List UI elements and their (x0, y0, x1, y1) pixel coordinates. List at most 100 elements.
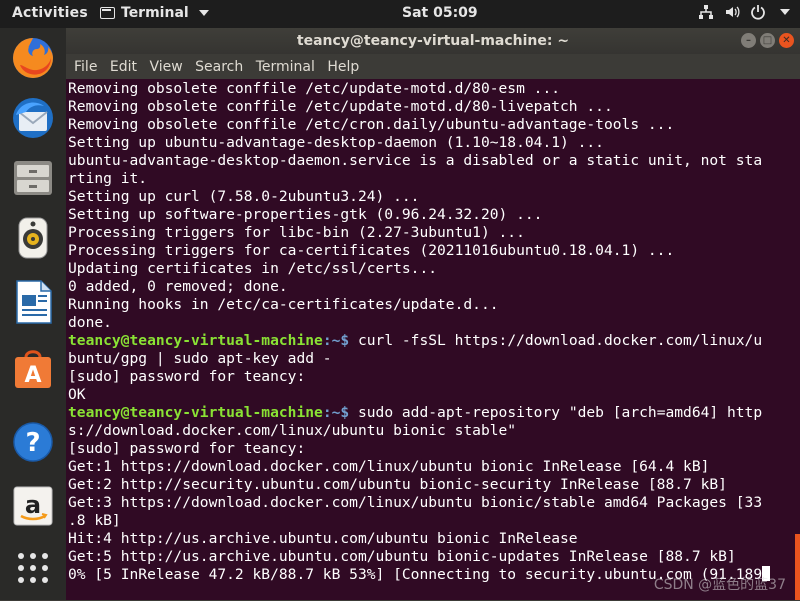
terminal-line-text: curl -fsSL https://download.docker.com/l… (349, 332, 763, 349)
help-launcher[interactable]: ? (9, 418, 57, 466)
libreoffice-writer-icon (16, 280, 52, 324)
terminal-line-text: Get:1 https://download.docker.com/linux/… (68, 458, 710, 475)
terminal-line: Setting up curl (7.58.0-2ubuntu3.24) ... (68, 188, 798, 206)
window-title: teancy@teancy-virtual-machine: ~ (296, 33, 570, 49)
menu-edit[interactable]: Edit (110, 59, 137, 75)
terminal-line-text: Get:5 http://us.archive.ubuntu.com/ubunt… (68, 548, 736, 565)
terminal-line: Processing triggers for ca-certificates … (68, 242, 798, 260)
network-icon (699, 5, 713, 19)
terminal-line: .8 kB] (68, 512, 798, 530)
terminal-line: teancy@teancy-virtual-machine:~$ sudo ad… (68, 404, 798, 422)
amazon-icon: a (13, 486, 53, 526)
terminal-line: ubuntu-advantage-desktop-daemon.service … (68, 152, 798, 170)
terminal-line-text: OK (68, 386, 86, 403)
thunderbird-icon (13, 98, 53, 138)
rhythmbox-icon (18, 217, 48, 259)
menu-help[interactable]: Help (327, 59, 359, 75)
window-controls: – □ ✕ (741, 33, 794, 48)
terminal-line: Setting up software-properties-gtk (0.96… (68, 206, 798, 224)
terminal-icon (100, 7, 115, 19)
chevron-down-icon (780, 9, 790, 15)
watermark: CSDN @蓝色的蓝37 (653, 577, 786, 593)
terminal-line: Removing obsolete conffile /etc/update-m… (68, 80, 798, 98)
terminal-window: teancy@teancy-virtual-machine: ~ – □ ✕ F… (66, 28, 800, 600)
writer-launcher[interactable] (9, 278, 57, 326)
window-titlebar[interactable]: teancy@teancy-virtual-machine: ~ – □ ✕ (66, 28, 800, 54)
software-launcher[interactable]: A (9, 344, 57, 392)
terminal-line: Running hooks in /etc/ca-certificates/up… (68, 296, 798, 314)
menu-file[interactable]: File (74, 59, 97, 75)
terminal-line-text: ubuntu-advantage-desktop-daemon.service … (68, 152, 763, 169)
clock[interactable]: Sat 05:09 (402, 5, 478, 21)
prompt-user: teancy@teancy-virtual-machine (68, 332, 323, 349)
menu-bar: File Edit View Search Terminal Help (66, 54, 800, 79)
top-panel: Activities Terminal Sat 05:09 (0, 0, 800, 28)
terminal-line: teancy@teancy-virtual-machine:~$ curl -f… (68, 332, 798, 350)
terminal-line-text: rting it. (68, 170, 148, 187)
svg-text:a: a (25, 491, 41, 519)
files-icon (14, 161, 52, 195)
maximize-button[interactable]: □ (760, 33, 775, 48)
terminal-line: Updating certificates in /etc/ssl/certs.… (68, 260, 798, 278)
scrollbar[interactable] (795, 534, 800, 600)
app-menu-button[interactable]: Terminal (100, 5, 209, 21)
prompt-path: :~$ (322, 332, 350, 349)
terminal-line-text: Removing obsolete conffile /etc/cron.dai… (68, 116, 675, 133)
menu-terminal[interactable]: Terminal (256, 59, 315, 75)
files-launcher[interactable] (9, 154, 57, 202)
terminal-line: OK (68, 386, 798, 404)
terminal-line-text: .8 kB] (68, 512, 121, 529)
system-tray[interactable] (698, 4, 790, 20)
terminal-line: Get:5 http://us.archive.ubuntu.com/ubunt… (68, 548, 798, 566)
thunderbird-launcher[interactable] (9, 94, 57, 142)
show-applications-icon (18, 553, 48, 583)
svg-text:?: ? (25, 428, 40, 458)
terminal-line-text: Get:3 https://download.docker.com/linux/… (68, 494, 763, 511)
terminal-line: [sudo] password for teancy: (68, 440, 798, 458)
terminal-line-text: Updating certificates in /etc/ssl/certs.… (68, 260, 438, 277)
terminal-line: buntu/gpg | sudo apt-key add - (68, 350, 798, 368)
help-icon: ? (13, 422, 53, 462)
firefox-launcher[interactable] (9, 34, 57, 82)
terminal-line: Removing obsolete conffile /etc/update-m… (68, 98, 798, 116)
terminal-line-text: Setting up ubuntu-advantage-desktop-daem… (68, 134, 604, 151)
svg-text:A: A (24, 363, 41, 388)
power-icon (751, 5, 765, 20)
terminal-line: Processing triggers for libc-bin (2.27-3… (68, 224, 798, 242)
terminal-line: Get:1 https://download.docker.com/linux/… (68, 458, 798, 476)
firefox-icon (13, 38, 53, 78)
terminal-output[interactable]: Removing obsolete conffile /etc/update-m… (68, 79, 798, 601)
prompt-path: :~$ (322, 404, 350, 421)
terminal-line: Setting up ubuntu-advantage-desktop-daem… (68, 134, 798, 152)
menu-view[interactable]: View (149, 59, 182, 75)
show-applications-button[interactable] (9, 544, 57, 592)
activities-button[interactable]: Activities (12, 5, 88, 21)
app-menu-label: Terminal (121, 5, 189, 21)
terminal-line-text: sudo add-apt-repository "deb [arch=amd64… (349, 404, 763, 421)
minimize-button[interactable]: – (741, 33, 756, 48)
terminal-line: 0 added, 0 removed; done. (68, 278, 798, 296)
dock: A ? a (0, 28, 66, 600)
terminal-line-text: Setting up curl (7.58.0-2ubuntu3.24) ... (68, 188, 420, 205)
terminal-line: rting it. (68, 170, 798, 188)
ubuntu-software-icon: A (15, 350, 51, 388)
terminal-line: Get:2 http://security.ubuntu.com/ubuntu … (68, 476, 798, 494)
chevron-down-icon (198, 10, 209, 16)
terminal-line-text: Removing obsolete conffile /etc/update-m… (68, 98, 613, 115)
terminal-line: Get:3 https://download.docker.com/linux/… (68, 494, 798, 512)
terminal-line-text: Get:2 http://security.ubuntu.com/ubuntu … (68, 476, 727, 493)
terminal-line-text: Setting up software-properties-gtk (0.96… (68, 206, 543, 223)
terminal-line-text: buntu/gpg | sudo apt-key add - (68, 350, 332, 367)
terminal-line: Hit:4 http://us.archive.ubuntu.com/ubunt… (68, 530, 798, 548)
menu-search[interactable]: Search (195, 59, 243, 75)
terminal-line: done. (68, 314, 798, 332)
prompt-user: teancy@teancy-virtual-machine (68, 404, 323, 421)
terminal-line-text: Hit:4 http://us.archive.ubuntu.com/ubunt… (68, 530, 578, 547)
close-button[interactable]: ✕ (779, 33, 794, 48)
amazon-launcher[interactable]: a (9, 482, 57, 530)
volume-icon (726, 6, 740, 18)
rhythmbox-launcher[interactable] (9, 214, 57, 262)
terminal-line-text: s://download.docker.com/linux/ubuntu bio… (68, 422, 517, 439)
terminal-line: Removing obsolete conffile /etc/cron.dai… (68, 116, 798, 134)
terminal-line-text: [sudo] password for teancy: (68, 440, 306, 457)
